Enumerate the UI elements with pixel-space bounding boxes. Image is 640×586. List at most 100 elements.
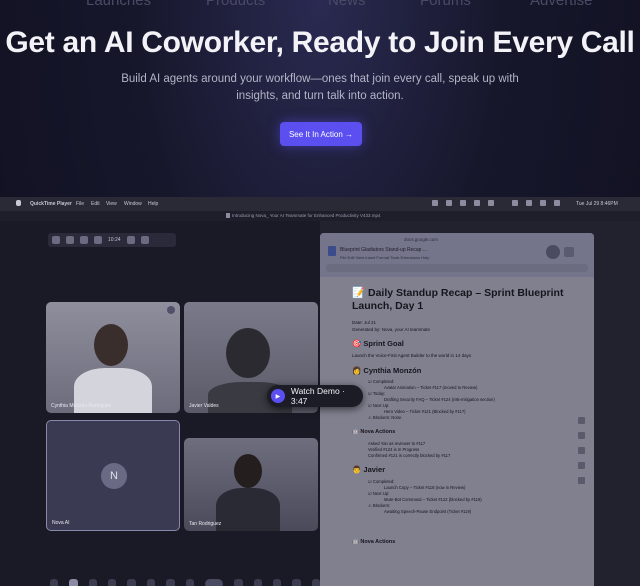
menu-view: View <box>106 201 117 207</box>
doc-title[interactable]: Blueprint Gladiators Stand-up Recap ... <box>340 247 427 253</box>
doc-body: 📝 Daily Standup Recap – Sprint Blueprint… <box>320 277 594 586</box>
search-icon <box>526 200 532 206</box>
nav-advertise[interactable]: Advertise <box>530 0 593 9</box>
participant-video <box>216 488 280 531</box>
section-heading: 🤖 Nova Actions <box>352 539 396 545</box>
video-icon[interactable] <box>108 579 117 586</box>
list-item: Awaiting Speech-Pause Endpoint (Ticket #… <box>384 509 472 514</box>
more-icon[interactable] <box>167 306 175 314</box>
nova-avatar: N <box>101 463 127 489</box>
record-icon[interactable] <box>126 236 135 244</box>
list-item: Verified #124 is In Progress <box>368 447 420 452</box>
activities-icon[interactable] <box>292 579 301 586</box>
chevron-icon[interactable] <box>88 579 98 586</box>
participant-tile[interactable]: Tan Rodriguez <box>184 438 318 531</box>
stop-icon[interactable] <box>66 236 74 244</box>
participant-name: Javier Valdes <box>189 403 219 409</box>
participant-video <box>94 324 128 366</box>
status-icon <box>474 200 480 206</box>
top-nav: Launches Products News Forums Advertise <box>0 0 640 9</box>
menu-file: File <box>76 201 85 207</box>
list-item: ☑ Completed: <box>368 479 395 484</box>
list-item: Mute-Bot Command – Ticket #122 (blocked … <box>384 497 482 502</box>
google-doc-window: docs.google.com Blueprint Gladiators Sta… <box>320 233 594 586</box>
info-icon[interactable] <box>234 579 243 586</box>
list-item: Hero Video – Ticket #121 (Blocked by #11… <box>384 409 466 414</box>
section-heading: 👩 Cynthia Monzón <box>352 366 422 375</box>
participant-video <box>234 454 262 488</box>
menu-window: Window <box>124 201 142 207</box>
avatar[interactable] <box>546 245 560 259</box>
docs-icon <box>328 246 336 256</box>
list-item: ☑ Next Up: <box>368 403 390 408</box>
participant-tile[interactable]: N Nova AI <box>46 420 180 531</box>
menu-app: QuickTime Player <box>30 201 72 207</box>
nav-launches[interactable]: Launches <box>86 0 151 9</box>
participant-name: Tan Rodriguez <box>189 521 222 527</box>
watch-demo-label: Watch Demo · 3:47 <box>290 386 345 406</box>
edit-icon[interactable] <box>578 417 585 424</box>
participant-name: Cynthia Monzón Rodriguez <box>51 403 112 409</box>
status-icon <box>446 200 452 206</box>
section-heading: 👨 Javier <box>352 465 386 474</box>
see-it-in-action-button[interactable]: See It In Action → <box>280 122 362 146</box>
list-item: ⚠ Blockers: None <box>368 415 402 420</box>
people-icon[interactable] <box>253 579 262 586</box>
siri-icon <box>554 200 560 206</box>
menu-edit: Edit <box>91 201 100 207</box>
formatting-toolbar[interactable] <box>326 264 588 272</box>
nav-news[interactable]: News <box>328 0 366 9</box>
list-item: Asked Yan as reviewer to #117 <box>368 441 426 446</box>
recording-controls: 10:24 <box>48 233 176 247</box>
hand-icon[interactable] <box>69 579 78 586</box>
menu-help: Help <box>148 201 159 207</box>
watch-demo-button[interactable]: ▶ Watch Demo · 3:47 <box>267 385 363 407</box>
list-item: Launch Copy – Ticket #118 (now in Review… <box>384 485 466 490</box>
window-title: Introducing Nova_ Your AI Teammate for E… <box>232 213 381 218</box>
more-icon[interactable] <box>185 579 194 586</box>
play-icon: ▶ <box>271 389 285 403</box>
list-item: ⚠ Blockers: <box>368 503 391 508</box>
screen-share-icon[interactable] <box>127 579 136 586</box>
calendar-icon[interactable] <box>578 432 585 439</box>
share-icon[interactable] <box>564 247 574 257</box>
list-item: ☑ Next Up: <box>368 491 390 496</box>
apple-icon <box>16 200 21 206</box>
end-call-button[interactable] <box>204 579 224 586</box>
participant-tile[interactable]: Cynthia Monzón Rodriguez <box>46 302 180 413</box>
participant-name: Nova AI <box>52 520 70 526</box>
nav-forums[interactable]: Forums <box>420 0 471 9</box>
doc-date: Date: Jul 21 <box>352 320 377 325</box>
doc-chrome: docs.google.com Blueprint Gladiators Sta… <box>320 233 594 277</box>
emoji-icon[interactable] <box>146 579 156 586</box>
list-item: Avatar Animation – Ticket #117 (moved to… <box>384 385 478 390</box>
control-center-icon <box>540 200 546 206</box>
participant-video <box>226 328 270 378</box>
rewind-icon[interactable] <box>94 236 102 244</box>
camera-icon[interactable] <box>52 236 60 244</box>
status-icon <box>488 200 494 206</box>
list-item: Drafting Security FAQ – Ticket #124 (ris… <box>384 397 495 402</box>
menubar-clock: Tue Jul 29 8:46PM <box>576 201 618 207</box>
lock-icon[interactable] <box>311 579 321 586</box>
trash-icon[interactable] <box>140 236 149 244</box>
url-bar[interactable]: docs.google.com <box>404 237 438 242</box>
doc-heading: 📝 Daily Standup Recap – Sprint Blueprint… <box>352 287 564 312</box>
captions-icon[interactable] <box>166 579 175 586</box>
chat-icon[interactable] <box>272 579 282 586</box>
doc-side-panel <box>578 417 588 577</box>
section-heading: 🎯 Sprint Goal <box>352 339 404 348</box>
tasks-icon[interactable] <box>578 462 585 469</box>
keep-icon[interactable] <box>578 447 585 454</box>
chevron-icon[interactable] <box>50 579 59 586</box>
goal-text: Launch the Voice-First Agent Builder to … <box>352 353 472 358</box>
add-icon[interactable] <box>578 477 585 484</box>
doc-generated-by: Generated by: Nova, your AI teammate <box>352 327 431 332</box>
video-file-icon <box>226 213 230 218</box>
doc-menu[interactable]: File Edit View Insert Format Tools Exten… <box>340 255 429 260</box>
nav-products[interactable]: Products <box>206 0 265 9</box>
mac-menubar: QuickTime Player File Edit View Window H… <box>0 197 640 211</box>
section-heading: 🤖 Nova Actions <box>352 429 396 435</box>
pause-icon[interactable] <box>80 236 88 244</box>
list-item: ☑ Completed: <box>368 379 395 384</box>
